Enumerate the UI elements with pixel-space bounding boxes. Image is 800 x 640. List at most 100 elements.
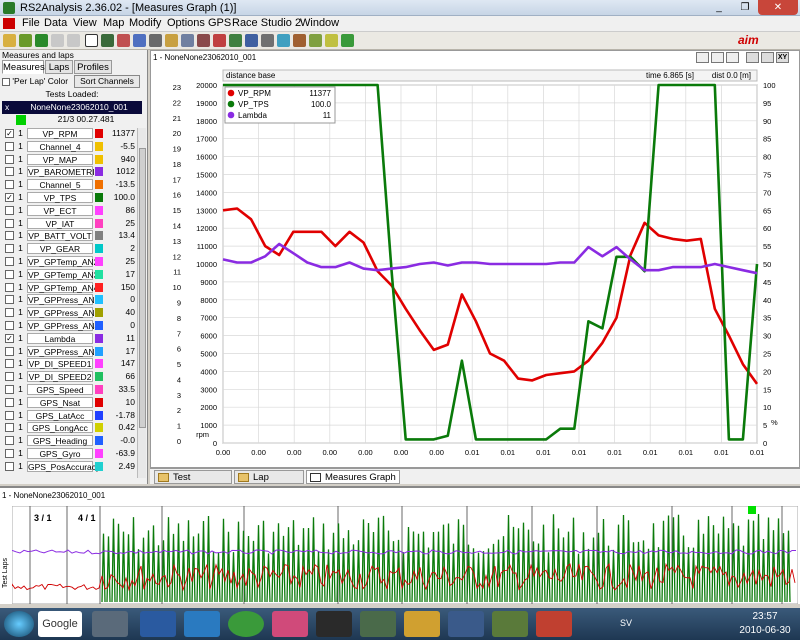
channel-color-swatch[interactable]: [95, 244, 103, 254]
channel-name[interactable]: GPS_Gyro: [27, 448, 93, 459]
channel-row[interactable]: 1 VP_GPPress_AN3 40: [2, 307, 135, 319]
channel-row[interactable]: 1 VP_ECT 86: [2, 204, 135, 216]
channel-name[interactable]: VP_MAP: [27, 153, 93, 165]
channel-color-swatch[interactable]: [95, 423, 103, 433]
tab-profiles[interactable]: Profiles: [74, 60, 112, 74]
channel-row[interactable]: 1 GPS_LatAcc -1.78: [2, 409, 135, 421]
graph-close-icon[interactable]: [726, 52, 739, 63]
overlay-icon[interactable]: [325, 34, 338, 47]
menu-view[interactable]: View: [73, 17, 97, 29]
channel-row[interactable]: 1 VP_DI_SPEED1 147: [2, 358, 135, 370]
channel-checkbox[interactable]: [5, 231, 14, 241]
app-taskbar-icon-2[interactable]: [448, 611, 484, 637]
channel-row[interactable]: ✓ 1 VP_TPS 100.0: [2, 192, 135, 203]
channel-row[interactable]: 1 VP_IAT 25: [2, 217, 135, 229]
channel-color-swatch[interactable]: [95, 193, 103, 202]
channel-name[interactable]: GPS_Heading: [27, 435, 93, 447]
menu-window[interactable]: Window: [300, 17, 339, 29]
channel-name[interactable]: GPS_LongAcc: [27, 422, 93, 434]
tab-lap-manager[interactable]: Lap Manager: [234, 470, 304, 496]
channel-checkbox[interactable]: [5, 269, 14, 279]
print-icon[interactable]: [51, 34, 64, 47]
channel-name[interactable]: VP_GPTemp_AN2: [27, 256, 98, 267]
channel-color-swatch[interactable]: [95, 141, 103, 151]
channel-checkbox[interactable]: [5, 385, 14, 394]
xy-icon[interactable]: [133, 34, 146, 47]
channel-name[interactable]: VP_GPPress_AN3: [27, 307, 99, 319]
channel-checkbox[interactable]: [5, 154, 14, 164]
menu-modify[interactable]: Modify: [129, 17, 161, 29]
channel-checkbox[interactable]: [5, 372, 14, 382]
channel-row[interactable]: ✓ 1 VP_RPM 11377: [2, 128, 135, 139]
channel-name[interactable]: VP_TPS: [27, 192, 93, 203]
channel-row[interactable]: 1 VP_GPPress_AN4 0: [2, 320, 135, 331]
channel-checkbox[interactable]: [5, 295, 14, 305]
media-taskbar-icon[interactable]: [272, 611, 308, 637]
channel-color-swatch[interactable]: [95, 231, 103, 241]
channel-checkbox[interactable]: [5, 397, 14, 407]
channel-color-swatch[interactable]: [95, 295, 103, 305]
tab-laps[interactable]: Laps: [45, 60, 73, 74]
channel-row[interactable]: 1 VP_GPTemp_AN2 25: [2, 256, 135, 267]
channel-color-swatch[interactable]: [95, 180, 103, 190]
channel-checkbox[interactable]: ✓: [5, 333, 14, 343]
channel-color-swatch[interactable]: [95, 154, 103, 164]
channel-name[interactable]: GPS_Speed: [27, 384, 93, 395]
channel-row[interactable]: 1 VP_GPPress_AN2 0: [2, 294, 135, 306]
channel-color-swatch[interactable]: [95, 321, 103, 330]
channel-name[interactable]: VP_GEAR: [27, 243, 93, 255]
per-lap-checkbox[interactable]: [2, 77, 10, 86]
channel-row[interactable]: 1 VP_MAP 940: [2, 153, 135, 165]
channel-name[interactable]: VP_BAROMETRIC: [27, 166, 101, 178]
channel-checkbox[interactable]: [5, 257, 14, 266]
channel-checkbox[interactable]: [5, 244, 14, 254]
channel-name[interactable]: VP_RPM: [27, 128, 93, 139]
channel-row[interactable]: 1 GPS_Heading -0.0: [2, 435, 135, 447]
channel-name[interactable]: VP_GPPress_AN2: [27, 294, 99, 306]
stats-icon[interactable]: [181, 34, 194, 47]
channel-color-swatch[interactable]: [95, 359, 103, 369]
app-taskbar-icon-3[interactable]: [492, 611, 528, 637]
test-header-row[interactable]: x NoneNone23062010_001: [2, 101, 142, 114]
channel-row[interactable]: 1 Channel_4 -5.5: [2, 140, 135, 152]
google-button[interactable]: Google: [38, 611, 82, 637]
channel-checkbox[interactable]: [5, 308, 14, 318]
import-icon[interactable]: [19, 34, 32, 47]
maximize-button[interactable]: ❐: [732, 0, 758, 15]
channel-color-swatch[interactable]: [95, 410, 103, 420]
channel-color-swatch[interactable]: [95, 269, 103, 279]
channel-checkbox[interactable]: [5, 180, 14, 190]
channel-name[interactable]: VP_BATT_VOLT: [27, 230, 93, 242]
channel-name[interactable]: GPS_LatAcc: [27, 409, 93, 421]
channel-name[interactable]: VP_ECT: [27, 204, 93, 216]
rs2-taskbar-icon[interactable]: [536, 611, 572, 637]
channel-checkbox[interactable]: [5, 449, 14, 458]
channel-checkbox[interactable]: [5, 205, 14, 215]
channel-name[interactable]: GPS_PosAccuracy: [27, 460, 100, 472]
graph-minimize-icon[interactable]: [696, 52, 709, 63]
channel-checkbox[interactable]: [5, 282, 14, 292]
channel-color-swatch[interactable]: [95, 372, 103, 382]
explorer-taskbar-icon[interactable]: [92, 611, 128, 637]
channel-checkbox[interactable]: [5, 167, 14, 177]
channel-row[interactable]: 1 Channel_5 -13.5: [2, 179, 135, 191]
channel-color-swatch[interactable]: [95, 282, 103, 292]
channel-name[interactable]: VP_GPPress_AN5: [27, 345, 99, 357]
clock-date[interactable]: 2010-06-30: [731, 625, 799, 636]
channel-color-swatch[interactable]: [95, 436, 103, 446]
channel-row[interactable]: 1 VP_GPTemp_AN4 150: [2, 281, 135, 293]
channel-row[interactable]: 1 GPS_Speed 33.5: [2, 384, 135, 395]
measures-chart[interactable]: distance base time 6.865 [s] dist 0.0 [m] 2…: [151, 65, 799, 467]
channel-row[interactable]: 1 VP_BAROMETRIC 1012: [2, 166, 135, 178]
channel-color-swatch[interactable]: [95, 308, 103, 318]
channel-color-swatch[interactable]: [95, 449, 103, 458]
graph-restore-icon[interactable]: [711, 52, 724, 63]
channel-color-swatch[interactable]: [95, 205, 103, 215]
channel-scrollbar[interactable]: [137, 128, 146, 478]
channel-color-swatch[interactable]: [95, 167, 103, 177]
channel-name[interactable]: Channel_4: [27, 140, 93, 152]
word-taskbar-icon[interactable]: [140, 611, 176, 637]
ie-taskbar-icon[interactable]: [184, 611, 220, 637]
channel-color-swatch[interactable]: [95, 333, 103, 343]
channel-row[interactable]: 1 GPS_Gyro -63.9: [2, 448, 135, 459]
